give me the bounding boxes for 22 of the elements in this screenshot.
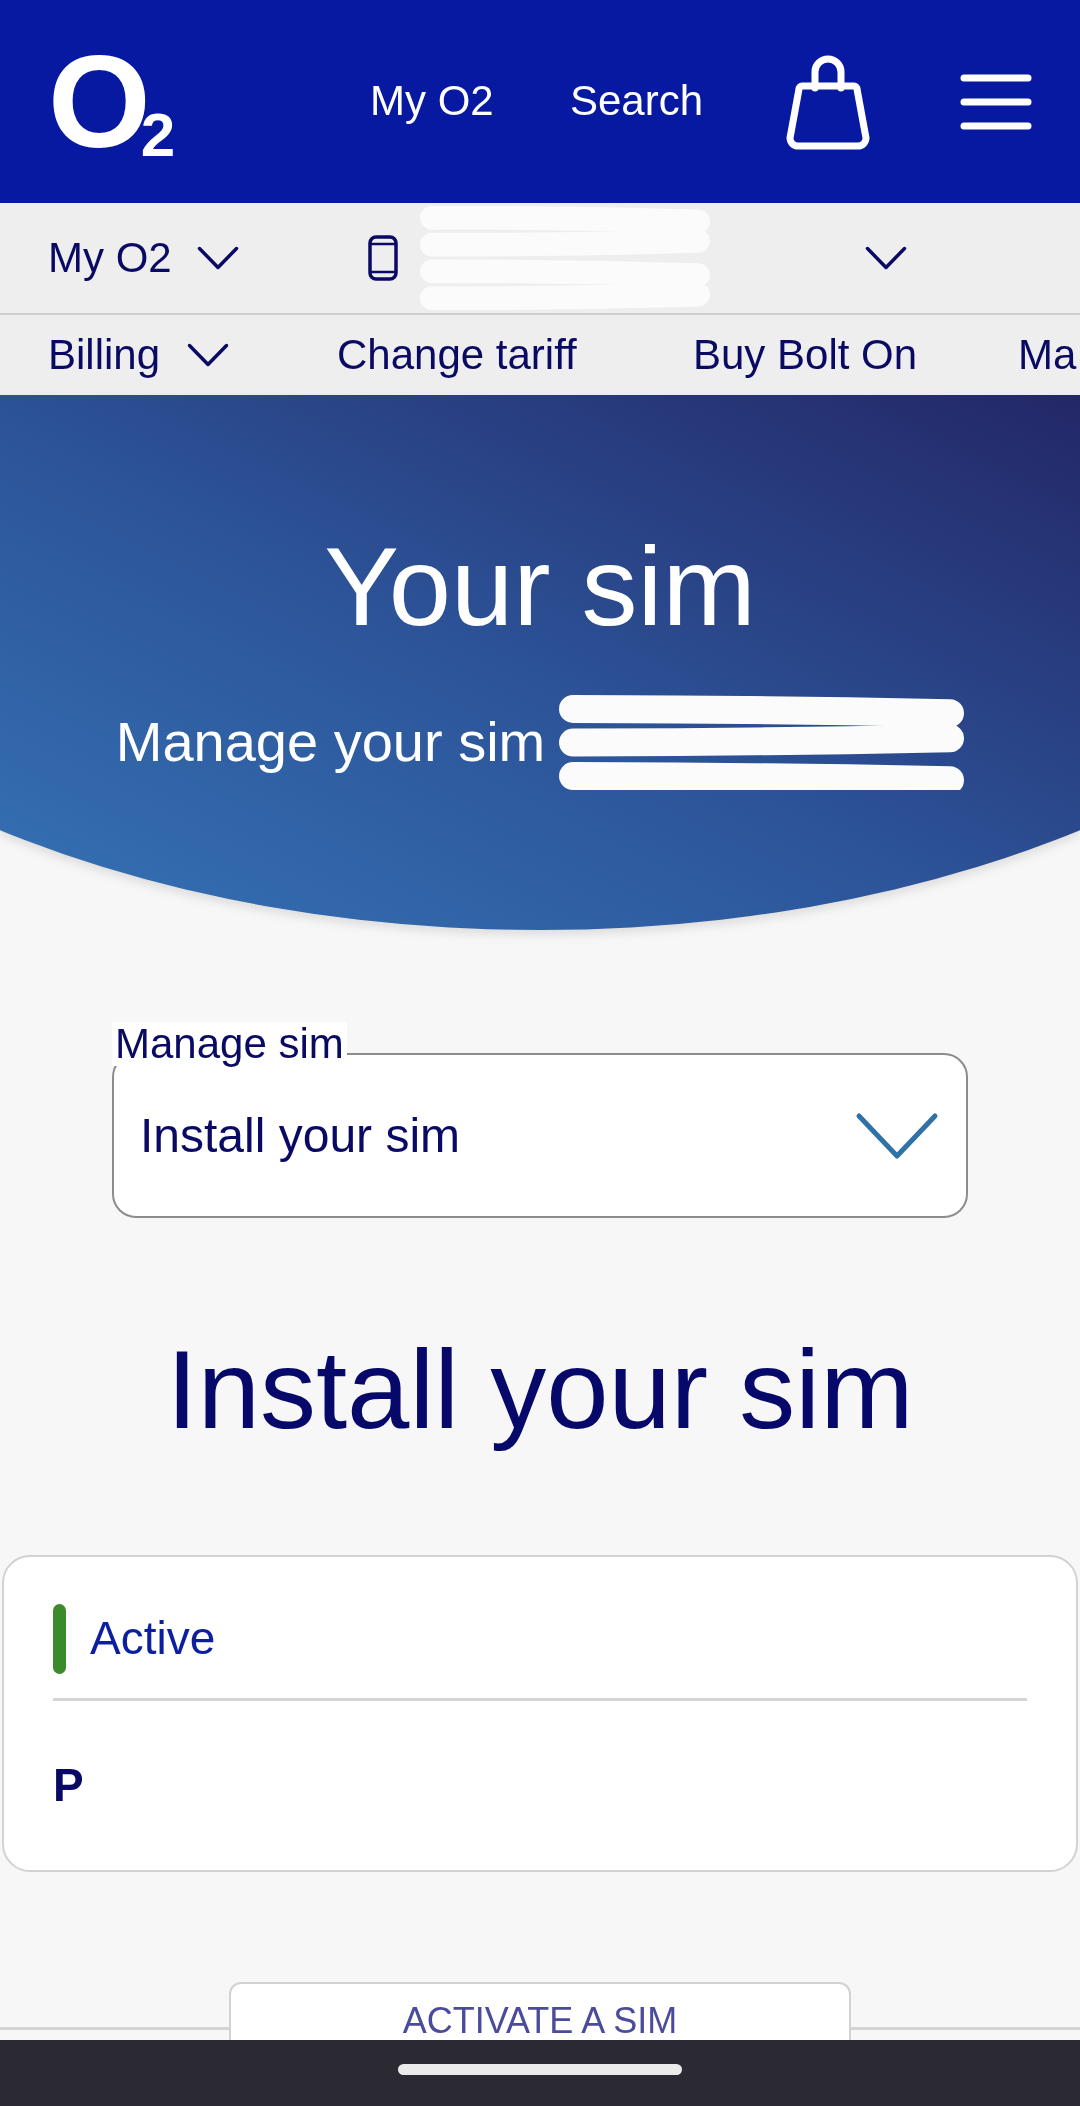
phone-icon bbox=[368, 235, 398, 281]
activate-sim-button[interactable]: ACTIVATE A SIM bbox=[229, 1982, 851, 2040]
nav-link[interactable]: Change tariff bbox=[337, 328, 577, 382]
shopping-bag-icon[interactable] bbox=[786, 53, 870, 150]
search-link[interactable]: Search bbox=[570, 75, 704, 128]
nav-link[interactable]: Buy Bolt On bbox=[693, 328, 918, 382]
hero-subtitle: Manage your sim bbox=[115, 709, 546, 776]
brand-logo[interactable]: O2 bbox=[48, 35, 176, 168]
chevron-down-icon bbox=[864, 245, 908, 271]
chevron-down-icon bbox=[186, 342, 231, 368]
chevron-down-icon bbox=[195, 245, 240, 271]
my-o2-dropdown[interactable]: My O2 bbox=[48, 231, 240, 285]
nav-link[interactable]: Ma bbox=[1018, 328, 1077, 382]
partial-name-text: P bbox=[53, 1758, 84, 1814]
chevron-down-icon bbox=[854, 1110, 940, 1161]
home-gesture-handle[interactable] bbox=[398, 2064, 682, 2075]
menu-icon[interactable] bbox=[960, 73, 1032, 130]
nav-link[interactable]: My O2 bbox=[370, 75, 494, 128]
section-heading: Install your sim bbox=[166, 1326, 914, 1454]
hero-title: Your sim bbox=[324, 523, 756, 651]
status-label: Active bbox=[90, 1611, 216, 1667]
billing-dropdown[interactable]: Billing bbox=[48, 328, 231, 382]
